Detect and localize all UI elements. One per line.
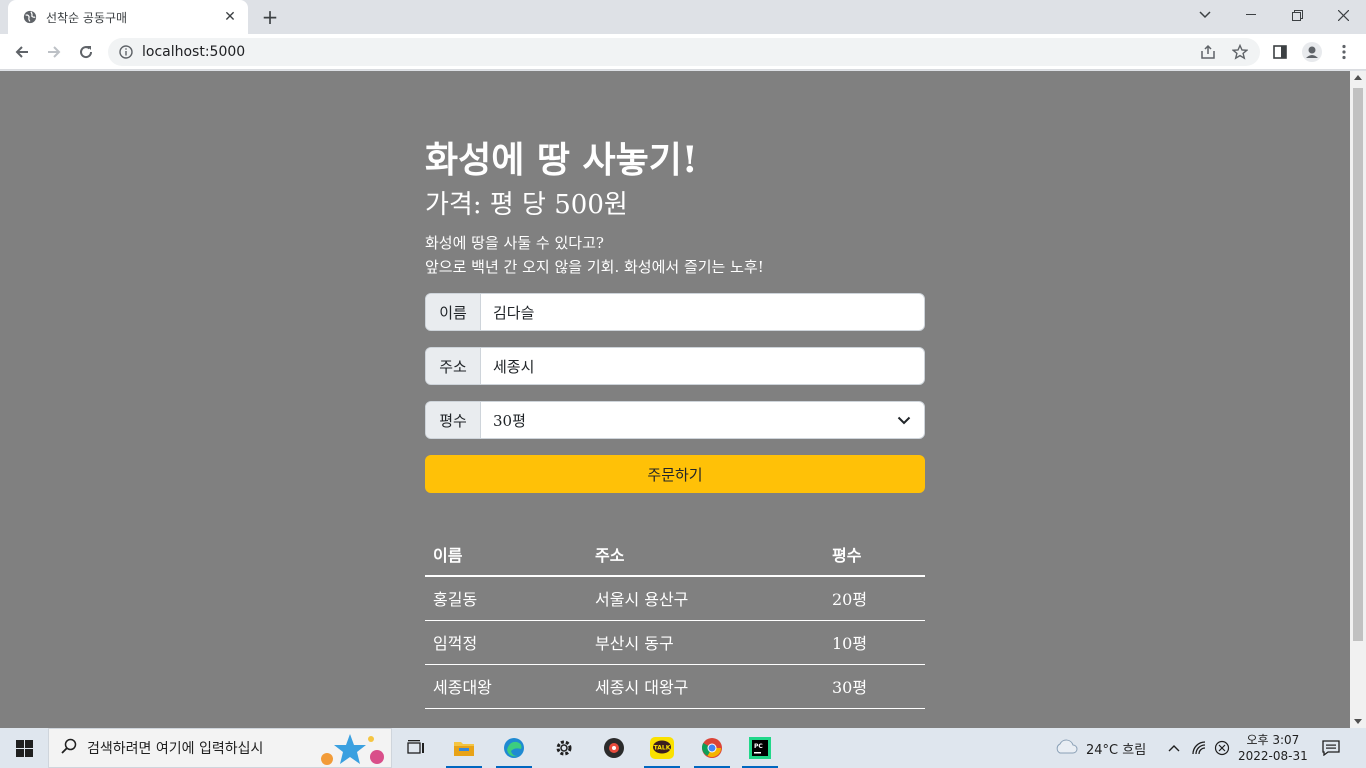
description-line-2: 앞으로 백년 간 오지 않을 기회. 화성에서 즐기는 노후! xyxy=(425,258,764,276)
show-hidden-icons-icon[interactable] xyxy=(1168,728,1180,768)
name-label: 이름 xyxy=(426,294,481,330)
settings-gear-icon[interactable] xyxy=(540,728,588,768)
tab-search-icon[interactable] xyxy=(1182,0,1228,30)
cell-address: 세종시 대왕구 xyxy=(587,664,824,709)
description-line-1: 화성에 땅을 사둘 수 있다고? xyxy=(425,234,604,252)
media-player-icon[interactable] xyxy=(590,728,638,768)
forward-icon[interactable] xyxy=(40,38,68,66)
taskbar-search-box[interactable]: 검색하려면 여기에 입력하십시 xyxy=(48,728,392,768)
notification-center-icon[interactable] xyxy=(1322,728,1340,768)
minimize-button[interactable] xyxy=(1228,0,1274,30)
globe-icon xyxy=(22,9,38,25)
url-text: localhost:5000 xyxy=(142,44,246,60)
page-scrollbar[interactable] xyxy=(1350,71,1366,728)
table-row: 임꺽정 부산시 동구 10평 xyxy=(425,620,925,665)
name-input[interactable]: 김다슬 xyxy=(481,294,924,330)
cell-size: 30평 xyxy=(824,664,925,709)
side-panel-icon[interactable] xyxy=(1268,40,1292,64)
order-button[interactable]: 주문하기 xyxy=(425,455,925,493)
search-highlight-starfish-icon xyxy=(313,731,387,768)
cell-size: 20평 xyxy=(824,576,925,621)
orders-table: 이름 주소 평수 홍길동 서울시 용산구 20평 임꺽정 부산시 동구 10평 … xyxy=(425,532,925,709)
pycharm-icon[interactable]: PC xyxy=(736,728,784,768)
profile-avatar-icon[interactable] xyxy=(1300,40,1324,64)
cell-address: 부산시 동구 xyxy=(587,620,824,665)
windows-start-icon[interactable] xyxy=(0,728,48,768)
menu-kebab-icon[interactable] xyxy=(1332,40,1356,64)
address-input[interactable]: 세종시 xyxy=(481,348,924,384)
size-label: 평수 xyxy=(426,402,481,438)
table-row: 세종대왕 세종시 대왕구 30평 xyxy=(425,664,925,709)
file-explorer-icon[interactable] xyxy=(440,728,488,768)
scrollbar-thumb[interactable] xyxy=(1353,88,1363,641)
scroll-up-arrow-icon[interactable] xyxy=(1354,75,1362,80)
edge-browser-icon[interactable] xyxy=(490,728,538,768)
weather-text: 24°C 흐림 xyxy=(1086,742,1147,758)
cell-name: 임꺽정 xyxy=(425,620,587,665)
column-header-address: 주소 xyxy=(587,532,824,577)
windows-taskbar: 검색하려면 여기에 입력하십시 TALK PC 24°C 흐림 오후 3:07 … xyxy=(0,728,1366,768)
tab-title: 선착순 공동구매 xyxy=(46,10,128,25)
cell-name: 세종대왕 xyxy=(425,664,587,709)
address-bar[interactable]: localhost:5000 xyxy=(108,38,1260,66)
browser-toolbar: localhost:5000 xyxy=(0,34,1366,70)
name-input-group: 이름 김다슬 xyxy=(425,293,925,331)
svg-text:PC: PC xyxy=(754,743,763,750)
volume-muted-icon[interactable] xyxy=(1214,728,1230,768)
bookmark-star-icon[interactable] xyxy=(1228,40,1252,64)
weather-widget[interactable]: 24°C 흐림 xyxy=(1054,728,1146,768)
task-view-icon[interactable] xyxy=(392,728,440,768)
kakaotalk-icon[interactable]: TALK xyxy=(638,728,686,768)
chevron-down-icon[interactable] xyxy=(884,402,924,438)
clock-time: 오후 3:07 xyxy=(1246,733,1300,747)
tab-strip: 선착순 공동구매 ✕ + xyxy=(0,0,1366,34)
svg-text:TALK: TALK xyxy=(654,745,671,752)
back-icon[interactable] xyxy=(8,38,36,66)
browser-tab[interactable]: 선착순 공동구매 ✕ xyxy=(8,0,248,34)
clock-date: 2022-08-31 xyxy=(1238,749,1308,763)
chrome-icon[interactable] xyxy=(688,728,736,768)
info-icon[interactable] xyxy=(118,44,134,60)
search-placeholder: 검색하려면 여기에 입력하십시 xyxy=(87,741,264,757)
size-select-group: 평수 30평 xyxy=(425,401,925,439)
size-select[interactable]: 30평 xyxy=(481,402,884,438)
table-row: 홍길동 서울시 용산구 20평 xyxy=(425,576,925,621)
network-icon[interactable] xyxy=(1192,728,1208,768)
search-icon xyxy=(61,738,77,758)
description: 화성에 땅을 사둘 수 있다고? 앞으로 백년 간 오지 않을 기회. 화성에서… xyxy=(425,231,764,279)
cloud-icon xyxy=(1054,738,1078,758)
clock[interactable]: 오후 3:07 2022-08-31 xyxy=(1238,728,1308,768)
price-heading: 가격: 평 당 500원 xyxy=(425,190,628,220)
cell-address: 서울시 용산구 xyxy=(587,576,824,621)
address-label: 주소 xyxy=(426,348,481,384)
page-title: 화성에 땅 사놓기! xyxy=(425,139,698,181)
page-viewport: 화성에 땅 사놓기! 가격: 평 당 500원 화성에 땅을 사둘 수 있다고?… xyxy=(0,71,1350,728)
cell-size: 10평 xyxy=(824,620,925,665)
close-tab-icon[interactable]: ✕ xyxy=(222,9,238,25)
reload-icon[interactable] xyxy=(72,38,100,66)
close-window-button[interactable] xyxy=(1320,0,1366,30)
address-input-group: 주소 세종시 xyxy=(425,347,925,385)
column-header-name: 이름 xyxy=(425,532,587,577)
restore-button[interactable] xyxy=(1274,0,1320,30)
share-icon[interactable] xyxy=(1196,40,1220,64)
new-tab-button[interactable]: + xyxy=(256,5,284,29)
column-header-size: 평수 xyxy=(824,532,925,577)
cell-name: 홍길동 xyxy=(425,576,587,621)
scroll-down-arrow-icon[interactable] xyxy=(1354,719,1362,724)
table-header-row: 이름 주소 평수 xyxy=(425,532,925,577)
